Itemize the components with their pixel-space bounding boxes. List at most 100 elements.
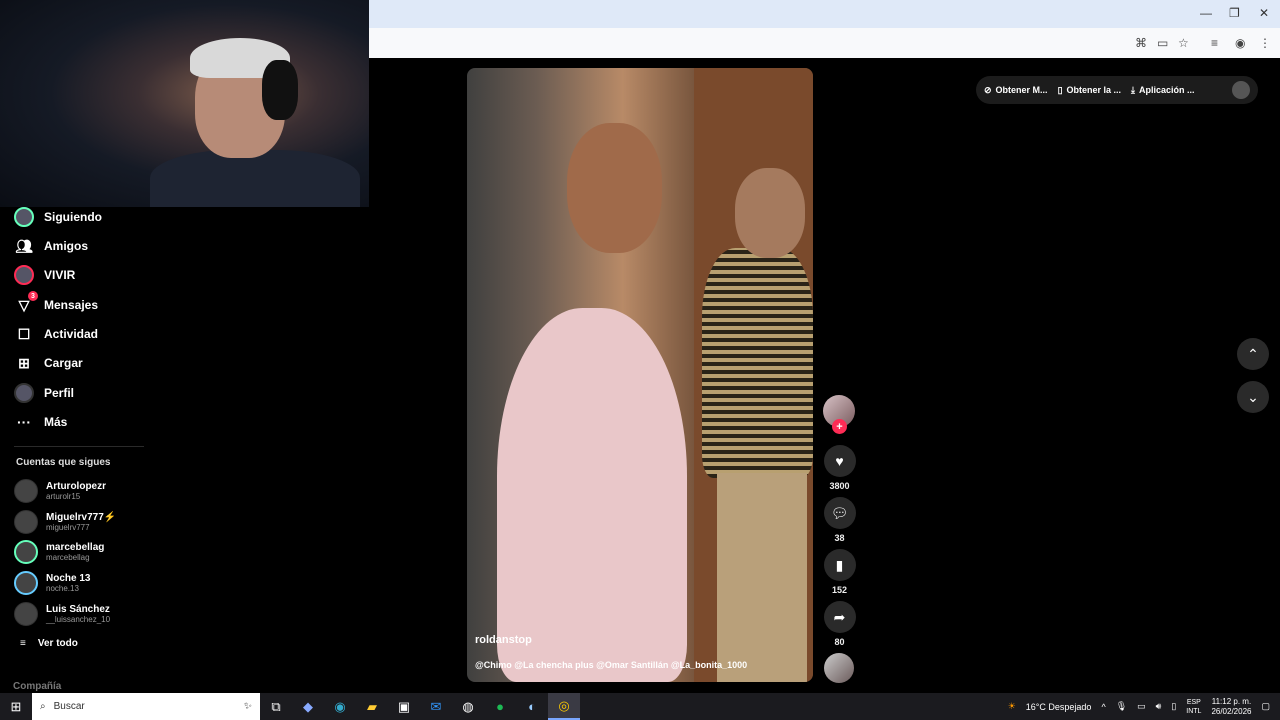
video-player[interactable] xyxy=(467,68,813,682)
phone-icon: ▯ xyxy=(1057,84,1063,95)
followed-account[interactable]: Miguelrv777⚡ miguelrv777 xyxy=(14,508,116,536)
weather-text[interactable]: 16°C Despejado xyxy=(1026,702,1092,712)
like-action[interactable]: ♥ 3800 xyxy=(823,445,856,491)
file-explorer-icon[interactable]: ▰ xyxy=(356,693,388,720)
close-window-button[interactable]: ✕ xyxy=(1259,6,1269,20)
see-all-link[interactable]: ≡ Ver todo xyxy=(20,638,78,649)
nav-live[interactable]: VIVIR xyxy=(14,263,75,287)
windows-taskbar: ⊞ ⌕ Buscar ✨︎ ⧉ ◆ ◉ ▰ ▣ ✉ ◍ ● ◐ ◎ ☀ 16°C… xyxy=(0,693,1280,720)
avatar xyxy=(14,571,38,595)
nav-label: Cargar xyxy=(44,356,83,370)
followed-account[interactable]: marcebellag marcebellag xyxy=(14,538,104,566)
nav-label: Más xyxy=(44,415,68,429)
save-action[interactable]: ▮ 152 xyxy=(823,549,856,595)
comment-count: 38 xyxy=(834,533,845,543)
start-button[interactable]: ⊞ xyxy=(0,693,32,720)
avatar xyxy=(14,510,38,534)
clock[interactable]: 11:12 p. m. 26/02/2026 xyxy=(1211,697,1251,717)
list-icon: ≡ xyxy=(20,638,26,649)
volume-icon[interactable]: 🔊︎ xyxy=(1156,701,1162,712)
download-icon: ⤓ xyxy=(1131,84,1136,95)
search-icon: ⌕ xyxy=(40,701,46,712)
system-tray: ☀ 16°C Despejado ^ 🎙︎ ▭ 🔊︎ ▯ ESP INTL 11:… xyxy=(1008,697,1280,717)
nav-label: VIVIR xyxy=(44,268,76,282)
desktop-app-button[interactable]: ⤓ Aplicación ... xyxy=(1131,85,1195,96)
taskbar-search[interactable]: ⌕ Buscar ✨︎ xyxy=(32,693,260,720)
nav-profile[interactable]: Perfil xyxy=(14,381,74,405)
nav-more[interactable]: ··· Más xyxy=(14,410,67,434)
chevron-up-icon: ⌃ xyxy=(1247,345,1259,362)
nav-messages[interactable]: ▽ 3 Mensajes xyxy=(14,291,99,317)
spotify-icon[interactable]: ● xyxy=(484,693,516,720)
avatar xyxy=(14,540,38,564)
heart-icon[interactable]: ♥ xyxy=(823,445,856,477)
company-link[interactable]: Compañía xyxy=(13,681,61,692)
language-indicator[interactable]: ESP INTL xyxy=(1186,698,1201,716)
cast-icon[interactable]: ▭ xyxy=(1157,36,1168,50)
profile-icon[interactable]: ◉ xyxy=(1235,36,1245,50)
messages-badge: 3 xyxy=(28,291,38,301)
profile-avatar-icon xyxy=(14,383,34,403)
following-accounts-title: Cuentas que sigues xyxy=(16,457,111,468)
comment-icon[interactable]: 💬︎ xyxy=(823,497,856,529)
outlook-icon[interactable]: ✉ xyxy=(420,693,452,720)
messages-icon: ▽ 3 xyxy=(14,291,38,315)
weather-icon: ☀ xyxy=(1007,701,1016,711)
copilot-icon[interactable]: ◆ xyxy=(292,693,324,720)
battery-icon[interactable]: ▯ xyxy=(1171,701,1176,712)
steam-icon[interactable]: ◐ xyxy=(516,693,548,720)
follow-button[interactable]: + xyxy=(832,419,847,434)
bookmark-icon[interactable]: ▮ xyxy=(823,549,856,581)
share-count: 80 xyxy=(834,637,845,647)
nav-following[interactable]: Siguiendo xyxy=(14,205,102,229)
followed-account[interactable]: Arturolopezr arturolr15 xyxy=(14,477,106,505)
obs-icon[interactable]: ◍ xyxy=(452,693,484,720)
notification-icon[interactable]: ▢ xyxy=(1261,701,1270,712)
upload-icon: ⊞ xyxy=(18,354,30,371)
following-avatar-icon xyxy=(14,207,34,227)
task-view-icon[interactable]: ⧉ xyxy=(260,693,292,720)
comment-action[interactable]: 💬︎ 38 xyxy=(823,497,856,543)
share-icon[interactable]: ➦ xyxy=(823,601,856,633)
menu-icon[interactable]: ⋮ xyxy=(1259,36,1271,50)
followed-account[interactable]: Luis Sánchez __luissanchez_10 xyxy=(14,600,110,628)
share-action[interactable]: ➦ 80 xyxy=(823,601,856,647)
live-icon xyxy=(14,265,34,285)
nav-label: Mensajes xyxy=(44,298,99,312)
get-coins-button[interactable]: ⊘ Obtener M... xyxy=(984,85,1048,96)
minimize-button[interactable]: — xyxy=(1200,6,1212,20)
friends-icon: 👥︎ xyxy=(15,237,33,254)
translate-icon[interactable]: ⌘ xyxy=(1135,36,1147,50)
edge-icon[interactable]: ◉ xyxy=(324,693,356,720)
coin-icon: ⊘ xyxy=(984,84,992,95)
webcam-person xyxy=(150,150,360,207)
top-actions-bar: ⊘ Obtener M... ▯ Obtener la ... ⤓ Aplicació… xyxy=(976,76,1258,104)
next-video-button[interactable]: ⌄ xyxy=(1237,381,1269,413)
nav-upload[interactable]: ⊞ Cargar xyxy=(14,351,83,375)
video-author[interactable]: roldanstop xyxy=(475,634,532,646)
nav-label: Perfil xyxy=(44,386,75,400)
music-disc[interactable] xyxy=(824,653,854,683)
microphone-icon[interactable]: 🎙︎ xyxy=(1116,701,1127,712)
reading-list-icon[interactable]: ≡ xyxy=(1211,36,1218,50)
user-avatar[interactable] xyxy=(1232,81,1250,99)
sidebar-divider xyxy=(14,446,144,447)
webcam-overlay xyxy=(0,0,369,207)
previous-video-button[interactable]: ⌃ xyxy=(1237,338,1269,370)
video-caption[interactable]: @Chimo @La chencha plus @Omar Santillán … xyxy=(475,660,747,670)
chevron-up-icon[interactable]: ^ xyxy=(1101,702,1105,712)
browser-address-bar[interactable]: ⌘ ▭ ☆ ≡ ◉ ⋮ xyxy=(369,28,1280,58)
nav-friends[interactable]: 👥︎ Amigos xyxy=(14,234,88,258)
more-icon: ··· xyxy=(17,414,31,430)
browser-title-bar: — ❐ ✕ xyxy=(369,0,1280,28)
chrome-icon[interactable]: ◎ xyxy=(548,693,580,720)
store-icon[interactable]: ▣ xyxy=(388,693,420,720)
restore-button[interactable]: ❐ xyxy=(1229,6,1240,20)
nav-activity[interactable]: ☐ Actividad xyxy=(14,322,98,346)
like-count: 3800 xyxy=(829,481,850,491)
get-app-button[interactable]: ▯ Obtener la ... xyxy=(1058,85,1121,96)
followed-account[interactable]: Noche 13 noche.13 xyxy=(14,569,90,597)
network-icon[interactable]: ▭ xyxy=(1137,701,1146,712)
star-icon[interactable]: ☆ xyxy=(1178,36,1189,50)
nav-label: Siguiendo xyxy=(44,210,102,224)
